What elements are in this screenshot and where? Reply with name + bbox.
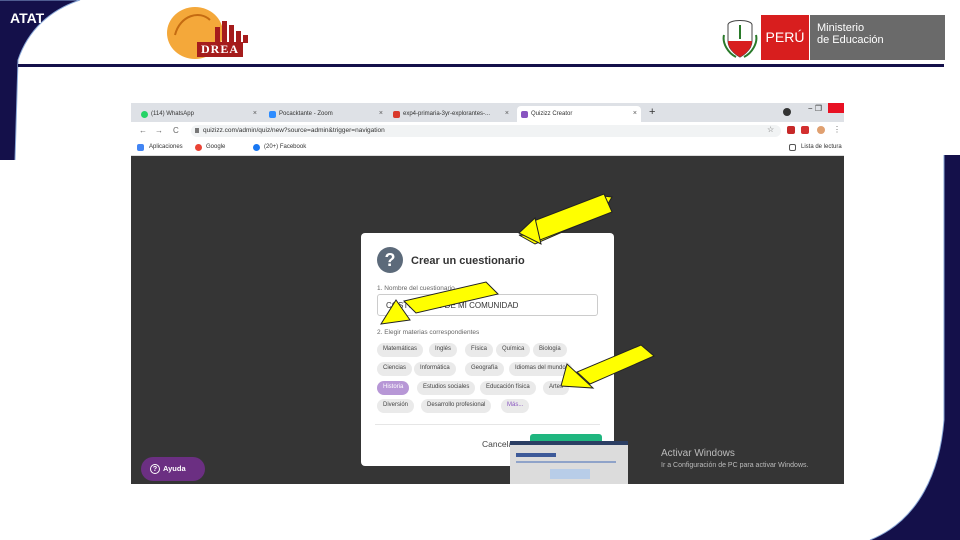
dialog-divider: [375, 424, 600, 425]
subject-chip[interactable]: Física: [465, 343, 494, 357]
tab-label: (114) WhatsApp: [151, 111, 194, 117]
ministry-line-2: de Educación: [817, 34, 884, 46]
bookmarks-bar: Aplicaciones Google (20+) Facebook Lista…: [131, 140, 844, 156]
subject-chip[interactable]: Biología: [533, 343, 567, 357]
subject-chip[interactable]: Química: [496, 343, 531, 357]
subject-chip[interactable]: Estudios sociales: [417, 381, 476, 395]
close-icon[interactable]: ×: [253, 110, 257, 117]
extension-red-icon[interactable]: [801, 126, 809, 134]
subject-chip[interactable]: Artes: [543, 381, 570, 395]
peru-shield-icon: [722, 20, 758, 58]
thumbnail-line: [516, 461, 616, 463]
reload-button[interactable]: C: [173, 126, 179, 135]
subject-chip[interactable]: Matemáticas: [377, 343, 424, 357]
bookmark-facebook[interactable]: (20+) Facebook: [264, 144, 306, 150]
ministry-line-1: Ministerio: [817, 22, 865, 34]
create-quiz-dialog: ? Crear un cuestionario 1. Nombre del cu…: [361, 233, 614, 466]
tab-whatsapp[interactable]: (114) WhatsApp ×: [137, 106, 261, 122]
dialog-title: Crear un cuestionario: [411, 255, 525, 267]
tab-bar: (114) WhatsApp × Pocacktante - Zoom × ex…: [131, 103, 844, 122]
thumbnail-box: [550, 469, 590, 479]
star-icon[interactable]: ☆: [767, 125, 774, 134]
subject-chip[interactable]: Geografía: [465, 362, 504, 376]
new-tab-button[interactable]: +: [649, 106, 655, 118]
subject-chip[interactable]: Ciencias: [377, 362, 413, 376]
tab-quizizz[interactable]: Quizizz Creator ×: [517, 106, 641, 122]
close-icon[interactable]: ×: [633, 110, 637, 117]
address-bar: ← → C quizizz.com/admin/quiz/new?source=…: [131, 122, 844, 140]
tab-zoom[interactable]: Pocacktante - Zoom ×: [265, 106, 387, 122]
reading-list-icon: [789, 144, 796, 151]
subject-chip-selected[interactable]: Historia: [377, 381, 410, 395]
ministry-label: Ministerio de Educación: [810, 15, 945, 60]
url-text: quizizz.com/admin/quiz/new?source=admin&…: [203, 127, 385, 134]
facebook-icon: [253, 144, 260, 151]
thumbnail-header: [516, 453, 556, 457]
tab-pdf[interactable]: exp4-primaria-3yr-explorantes-... ×: [389, 106, 513, 122]
peru-label: PERÚ: [761, 15, 809, 60]
subject-chip[interactable]: Desarrollo profesional: [421, 399, 492, 413]
browser-screenshot: (114) WhatsApp × Pocacktante - Zoom × ex…: [131, 103, 844, 484]
window-controls[interactable]: − ❐: [808, 104, 822, 113]
close-icon[interactable]: ×: [505, 110, 509, 117]
url-input[interactable]: quizizz.com/admin/quiz/new?source=admin&…: [191, 125, 781, 137]
subject-chip[interactable]: Informática: [414, 362, 456, 376]
subjects-label: 2. Elegir materias correspondientes: [377, 329, 480, 336]
whatsapp-icon: [141, 111, 148, 118]
subject-chip[interactable]: Diversión: [377, 399, 415, 413]
bookmark-google[interactable]: Google: [206, 144, 225, 150]
subject-chip[interactable]: Inglés: [429, 343, 458, 357]
quizizz-icon: [521, 111, 528, 118]
drea-logo-text: DREA: [197, 42, 243, 57]
subject-chip[interactable]: Idiomas del mundo: [509, 362, 572, 376]
reading-list[interactable]: Lista de lectura: [801, 144, 842, 150]
window-close-button[interactable]: [828, 103, 844, 113]
watermark-title: Activar Windows: [661, 448, 735, 459]
page-content: ? Crear un cuestionario 1. Nombre del cu…: [131, 156, 844, 484]
close-icon[interactable]: ×: [379, 110, 383, 117]
lock-icon: [195, 128, 199, 133]
help-label: Ayuda: [163, 464, 186, 473]
quiz-name-label: 1. Nombre del cuestionario: [377, 285, 455, 292]
help-icon: ?: [150, 464, 160, 474]
back-button[interactable]: ←: [139, 126, 147, 135]
windows-activation-watermark: Activar Windows Ir a Configuración de PC…: [661, 448, 808, 469]
bookmark-apps[interactable]: Aplicaciones: [149, 144, 183, 150]
google-icon: [195, 144, 202, 151]
help-button[interactable]: ? Ayuda: [141, 457, 205, 481]
taskbar-thumbnail[interactable]: [510, 441, 628, 484]
tab-label: Pocacktante - Zoom: [279, 111, 333, 117]
forward-button[interactable]: →: [155, 126, 163, 135]
more-subjects-chip[interactable]: Más...: [501, 399, 530, 413]
quiz-name-input[interactable]: COSTUMBRES DE MI COMUNIDAD: [377, 294, 598, 316]
subject-chip[interactable]: Educación física: [480, 381, 536, 395]
menu-icon[interactable]: ⋮: [833, 125, 841, 134]
profile-dot-icon[interactable]: [783, 108, 791, 116]
slide: ATAT DREA PERÚ Ministerio de Educación (…: [0, 0, 960, 540]
watermark-subtitle: Ir a Configuración de PC para activar Wi…: [661, 462, 809, 469]
apps-icon: [137, 144, 144, 151]
tab-label: exp4-primaria-3yr-explorantes-...: [403, 111, 491, 117]
pdf-icon: [393, 111, 400, 118]
tab-label: Quizizz Creator: [531, 111, 573, 117]
corner-label: ATAT: [10, 10, 45, 26]
avatar[interactable]: [817, 126, 825, 134]
quiz-question-icon: ?: [377, 247, 403, 273]
zoom-icon: [269, 111, 276, 118]
extension-pdf-icon[interactable]: [787, 126, 795, 134]
